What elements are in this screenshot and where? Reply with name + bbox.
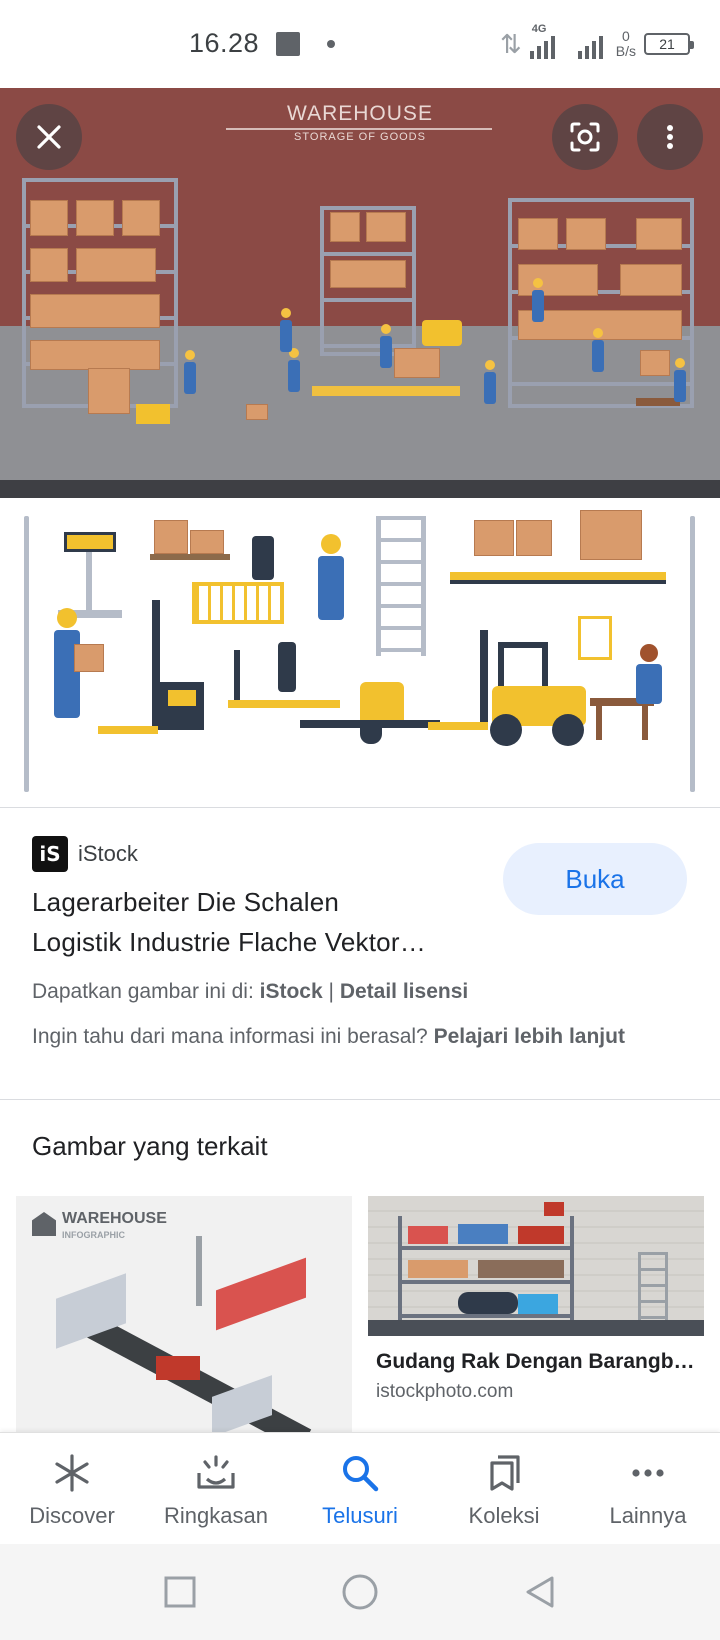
network-speed: 0 B/s bbox=[616, 29, 636, 59]
conveyor-belt bbox=[312, 386, 460, 396]
open-button[interactable]: Buka bbox=[503, 843, 687, 915]
info-source: Ingin tahu dari mana informasi ini beras… bbox=[32, 1020, 682, 1053]
source-name: iStock bbox=[78, 841, 138, 866]
square-icon bbox=[164, 1576, 196, 1608]
back-button[interactable] bbox=[516, 1568, 564, 1616]
nav-discover-label: Discover bbox=[29, 1503, 115, 1528]
result-title-line2: Logistik Industrie Flache Vektor… bbox=[32, 927, 426, 957]
infographic-subtitle: INFOGRAPHIC bbox=[62, 1230, 125, 1240]
speed-unit: B/s bbox=[615, 43, 636, 59]
battery-icon: 21 bbox=[644, 33, 694, 55]
notification-icon bbox=[276, 32, 300, 56]
license-source-link[interactable]: iStock bbox=[260, 980, 323, 1003]
divider bbox=[0, 1099, 720, 1100]
related-domain-2: istockphoto.com bbox=[376, 1381, 514, 1402]
result-title-line1: Lagerarbeiter Die Schalen bbox=[32, 887, 340, 917]
signal-4g-icon: 4G bbox=[529, 23, 570, 59]
more-horiz-icon bbox=[626, 1451, 670, 1495]
result-image[interactable] bbox=[0, 500, 720, 808]
nav-telusuri-label: Telusuri bbox=[322, 1503, 398, 1528]
license-prefix: Dapatkan gambar ini di: bbox=[32, 980, 254, 1003]
related-title-2[interactable]: Gudang Rak Dengan Barangb… bbox=[376, 1350, 696, 1374]
system-navigation bbox=[0, 1544, 720, 1640]
more-vert-icon bbox=[667, 125, 673, 149]
related-image-2[interactable] bbox=[368, 1196, 704, 1336]
status-indicators: ⇅ 4G 0 B/s 21 bbox=[499, 22, 694, 66]
nav-lainnya-label: Lainnya bbox=[609, 1503, 687, 1528]
result-title[interactable]: Lagerarbeiter Die Schalen Logistik Indus… bbox=[32, 882, 492, 962]
triangle-back-icon bbox=[526, 1576, 554, 1608]
stacker-illustration bbox=[98, 600, 220, 742]
google-lens-icon bbox=[570, 122, 600, 152]
info-question: Ingin tahu dari mana informasi ini beras… bbox=[32, 1025, 428, 1048]
nav-discover[interactable]: Discover bbox=[0, 1433, 144, 1544]
forklift bbox=[422, 320, 462, 346]
circle-icon bbox=[342, 1574, 378, 1610]
close-button[interactable] bbox=[16, 104, 82, 170]
roller-conveyor bbox=[450, 572, 666, 584]
ladder-illustration bbox=[376, 516, 426, 656]
scale-illustration bbox=[64, 532, 116, 552]
network-type: 4G bbox=[531, 23, 547, 35]
electric-pallet-illustration bbox=[300, 672, 440, 748]
nav-ringkasan-label: Ringkasan bbox=[164, 1503, 268, 1528]
battery-level: 21 bbox=[659, 36, 675, 52]
status-time: 16.28 bbox=[189, 28, 260, 58]
search-icon bbox=[338, 1451, 382, 1495]
hero-bottom-band bbox=[0, 480, 720, 498]
warehouse-logo-icon bbox=[32, 1212, 56, 1236]
related-heading: Gambar yang terkait bbox=[32, 1131, 268, 1161]
bookmarks-icon bbox=[482, 1451, 526, 1495]
nav-telusuri[interactable]: Telusuri bbox=[288, 1433, 432, 1544]
bottom-navigation: Discover Ringkasan Telusuri Koleksi Lain… bbox=[0, 1432, 720, 1544]
desk-worker-illustration bbox=[590, 644, 680, 744]
hero-title-line bbox=[226, 128, 492, 130]
learn-more-link[interactable]: Pelajari lebih lanjut bbox=[434, 1025, 625, 1048]
notification-dot-icon bbox=[327, 40, 335, 48]
license-separator: | bbox=[328, 980, 334, 1003]
data-arrows-icon: ⇅ bbox=[499, 28, 522, 59]
license-info: Dapatkan gambar ini di: iStock | Detail … bbox=[32, 980, 468, 1004]
more-options-button[interactable] bbox=[637, 104, 703, 170]
nav-koleksi-label: Koleksi bbox=[468, 1503, 540, 1528]
forklift-illustration bbox=[428, 620, 588, 750]
scanner-illustration bbox=[252, 536, 274, 580]
related-image-1[interactable]: WAREHOUSE INFOGRAPHIC bbox=[16, 1196, 352, 1432]
step-ladder bbox=[638, 1252, 668, 1320]
signal-icon bbox=[577, 29, 608, 59]
status-bar: 16.28 ⇅ 4G 0 B/s 21 bbox=[0, 0, 720, 88]
istock-logo: iS bbox=[32, 836, 68, 872]
infographic-title: WAREHOUSE bbox=[62, 1210, 167, 1227]
google-lens-button[interactable] bbox=[552, 104, 618, 170]
barcode-scanner-illustration bbox=[278, 642, 296, 692]
nav-ringkasan[interactable]: Ringkasan bbox=[144, 1433, 288, 1544]
close-icon bbox=[37, 125, 61, 149]
home-button[interactable] bbox=[336, 1568, 384, 1616]
asterisk-icon bbox=[50, 1451, 94, 1495]
license-detail-link[interactable]: Detail lisensi bbox=[340, 980, 468, 1003]
worker-illustration bbox=[314, 534, 348, 620]
nav-koleksi[interactable]: Koleksi bbox=[432, 1433, 576, 1544]
hero-image[interactable]: WAREHOUSE STORAGE OF GOODS bbox=[0, 88, 720, 498]
recents-button[interactable] bbox=[156, 1568, 204, 1616]
nav-lainnya[interactable]: Lainnya bbox=[576, 1433, 720, 1544]
updates-icon bbox=[194, 1451, 238, 1495]
pallet-jack bbox=[136, 404, 170, 424]
speed-value: 0 bbox=[621, 28, 630, 44]
source-row[interactable]: iS iStock bbox=[32, 836, 138, 872]
